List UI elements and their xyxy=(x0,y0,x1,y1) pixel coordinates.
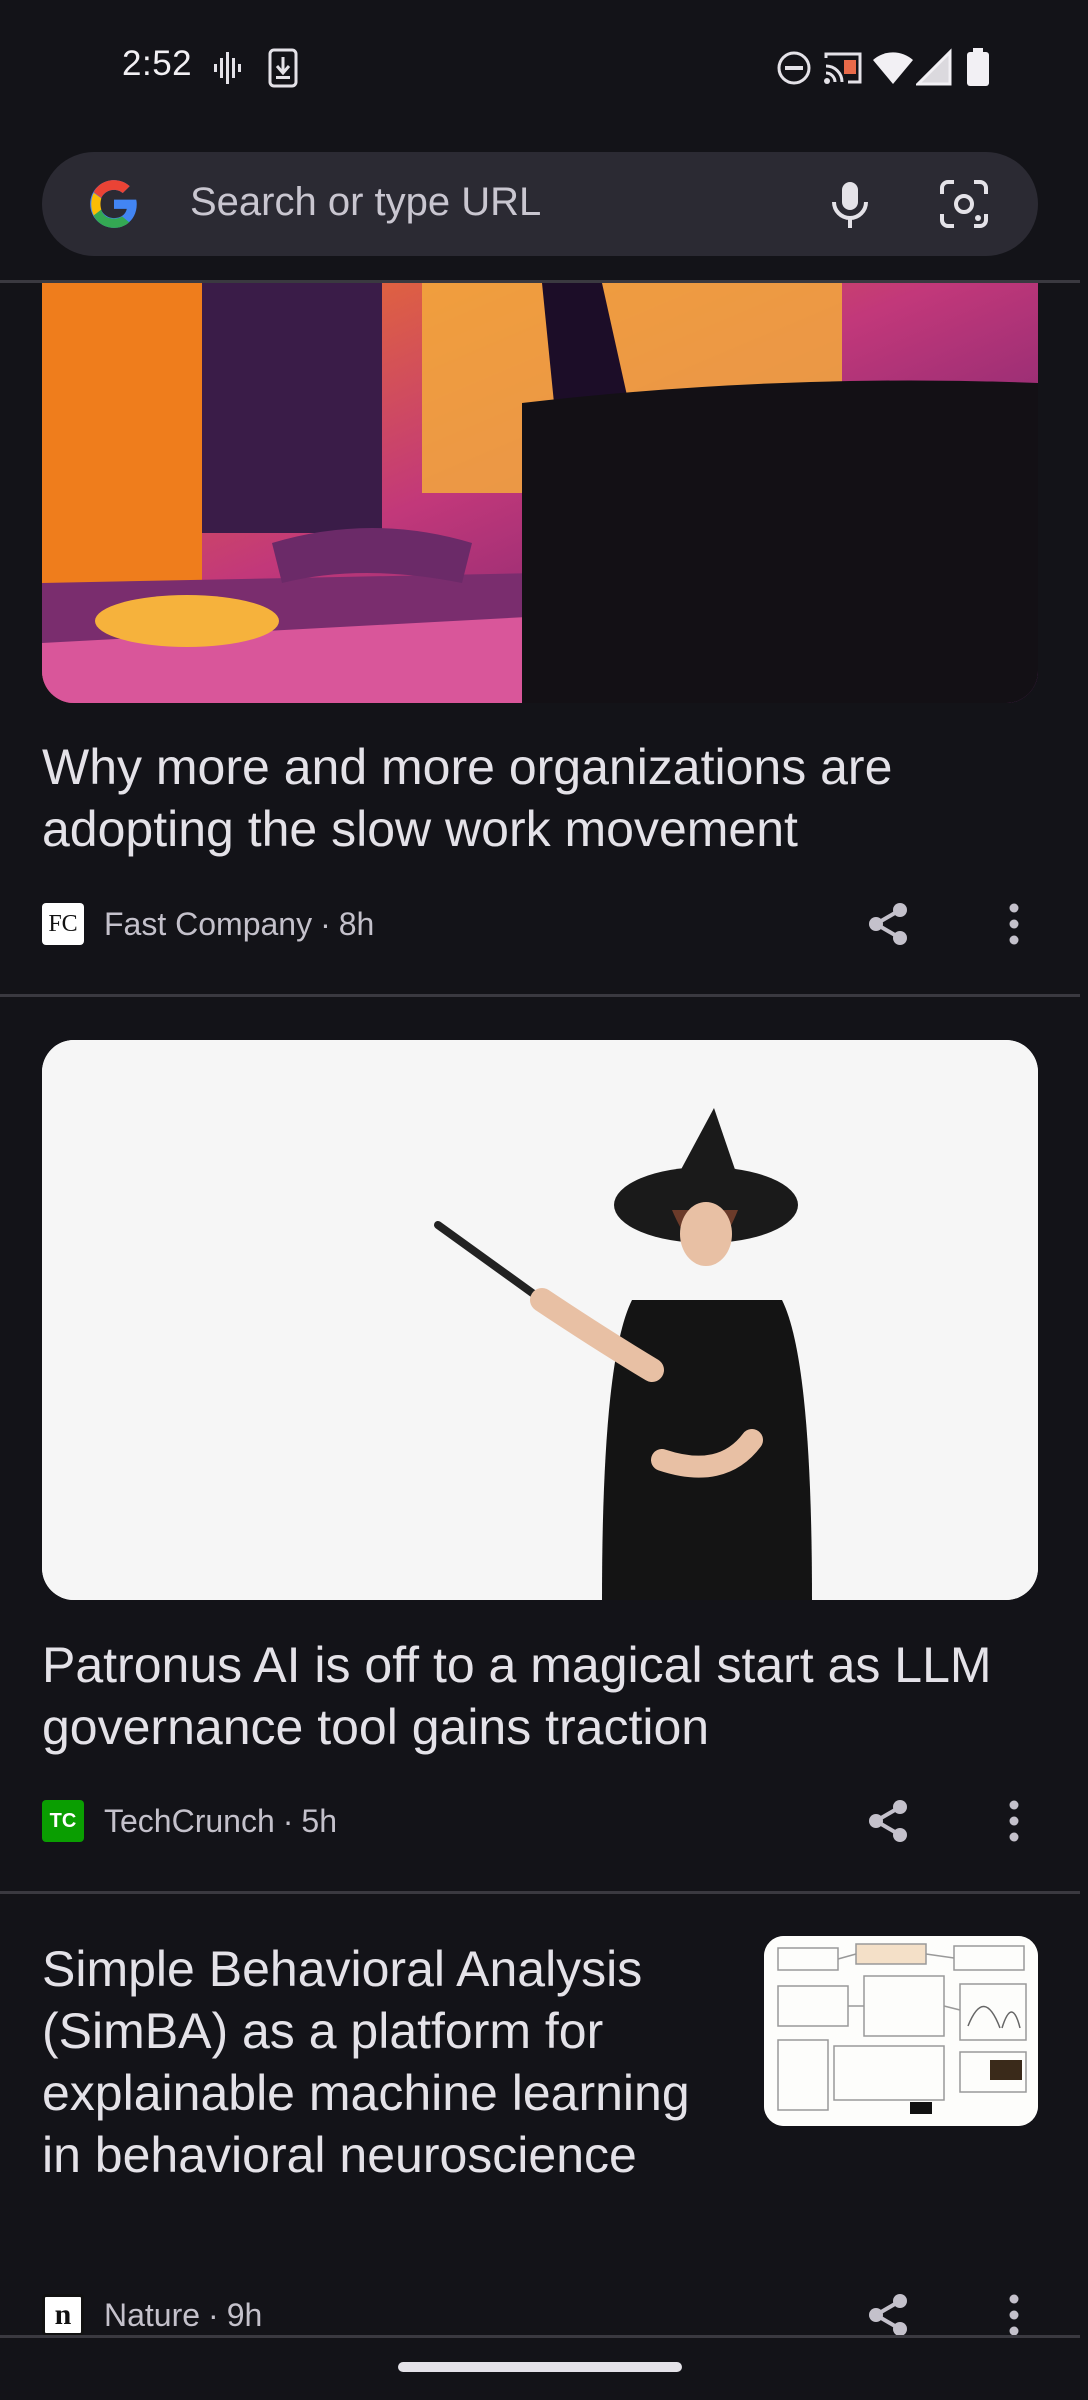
meta-separator: · xyxy=(208,2296,219,2333)
publisher-name: Nature xyxy=(104,2296,201,2333)
fast-company-logo: FC xyxy=(42,903,84,945)
more-options-icon[interactable] xyxy=(1000,2291,1028,2339)
battery-icon xyxy=(967,48,989,86)
article-age: 8h xyxy=(338,905,375,942)
divider xyxy=(0,994,1080,997)
thermal-office-image[interactable] xyxy=(42,283,1038,703)
article-meta: n Nature · 9h xyxy=(42,2293,262,2337)
flowchart-thumbnail[interactable] xyxy=(764,1936,1038,2126)
meta-separator: · xyxy=(282,1802,294,1839)
article-title[interactable]: Why more and more organizations are adop… xyxy=(42,736,1002,860)
article-meta: TC TechCrunch · 5h xyxy=(42,1799,337,1843)
article-age: 9h xyxy=(226,2296,263,2333)
more-options-icon[interactable] xyxy=(1000,1797,1028,1845)
status-bar: 2:52 xyxy=(0,0,1088,140)
voicemail-icon xyxy=(214,52,241,84)
google-logo-icon xyxy=(90,180,137,228)
publisher-name: TechCrunch xyxy=(104,1802,275,1839)
divider xyxy=(0,1891,1080,1894)
article-title[interactable]: Patronus AI is off to a magical start as… xyxy=(42,1634,1002,1758)
article-title[interactable]: Simple Behavioral Analysis (SimBA) as a … xyxy=(42,1938,722,2186)
dnd-icon xyxy=(777,51,811,85)
lens-icon[interactable] xyxy=(936,176,992,232)
wifi-icon xyxy=(873,52,913,84)
divider xyxy=(0,2335,1080,2338)
search-input[interactable]: Search or type URL xyxy=(190,180,541,225)
techcrunch-logo: TC xyxy=(42,1800,84,1842)
download-icon xyxy=(268,48,298,88)
witch-wand-image[interactable] xyxy=(42,1040,1038,1600)
omnibox[interactable]: Search or type URL xyxy=(42,152,1038,256)
more-options-icon[interactable] xyxy=(1000,900,1028,948)
share-icon[interactable] xyxy=(864,2291,912,2339)
cast-icon xyxy=(824,52,862,84)
signal-icon xyxy=(916,48,952,86)
meta-separator: · xyxy=(320,905,331,942)
share-icon[interactable] xyxy=(864,900,912,948)
share-icon[interactable] xyxy=(864,1797,912,1845)
article-meta: FC Fast Company · 8h xyxy=(42,902,374,946)
article-age: 5h xyxy=(301,1802,337,1839)
nature-logo: n xyxy=(42,2294,84,2336)
status-time: 2:52 xyxy=(122,44,193,83)
mic-icon[interactable] xyxy=(822,176,878,232)
publisher-name: Fast Company xyxy=(104,905,313,942)
home-indicator[interactable] xyxy=(398,2362,682,2372)
